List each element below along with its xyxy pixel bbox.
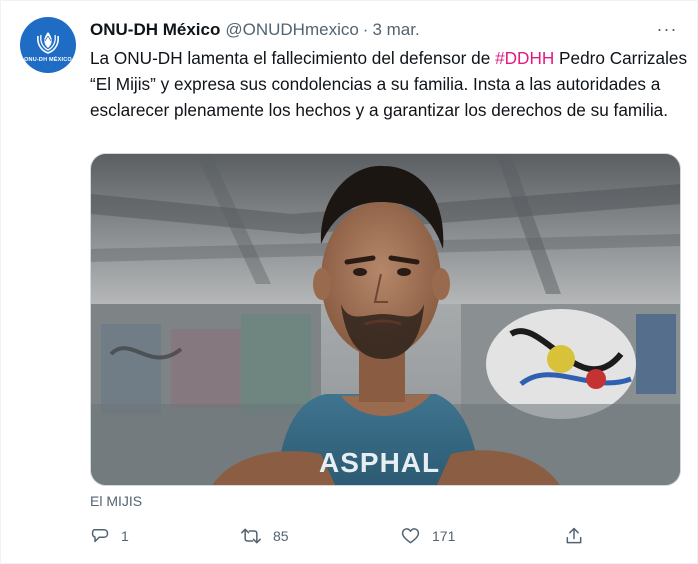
retweet-button[interactable]: 85: [240, 524, 289, 548]
user-handle[interactable]: @ONUDHmexico: [225, 20, 358, 40]
tweet-text-part1: La ONU-DH lamenta el fallecimiento del d…: [90, 48, 496, 68]
heart-icon: [401, 528, 420, 544]
un-emblem-icon: [37, 31, 59, 54]
reply-count: 1: [121, 528, 129, 544]
reply-button[interactable]: 1: [90, 524, 129, 548]
tweet-header: ONU-DH México @ONUDHmexico · 3 mar.: [90, 19, 420, 41]
separator-dot: ·: [362, 20, 369, 39]
speech-bubble-icon: [91, 529, 109, 543]
shirt-print: ASPHAL: [319, 447, 440, 478]
hashtag-link[interactable]: #DDHH: [495, 48, 554, 68]
share-button[interactable]: [564, 524, 584, 548]
timestamp[interactable]: 3 mar.: [372, 20, 419, 40]
retweet-icon: [241, 528, 261, 544]
like-button[interactable]: 171: [400, 524, 455, 548]
media-caption[interactable]: El MIJIS: [90, 493, 142, 509]
avatar[interactable]: ONU-DH MÉXICO: [20, 17, 76, 73]
more-options-button[interactable]: ···: [655, 19, 679, 39]
share-icon: [566, 527, 582, 544]
tweet-photo[interactable]: ASPHAL: [90, 153, 681, 486]
like-count: 171: [432, 528, 456, 544]
avatar-label: ONU-DH MÉXICO: [24, 56, 72, 63]
photo-illustration: ASPHAL: [91, 154, 680, 485]
display-name[interactable]: ONU-DH México: [90, 20, 220, 40]
tweet-actions: 1 85 171: [90, 524, 590, 548]
tweet-text: La ONU-DH lamenta el fallecimiento del d…: [90, 45, 690, 123]
tweet-card[interactable]: ONU-DH MÉXICO ONU-DH México @ONUDHmexico…: [0, 0, 698, 564]
retweet-count: 85: [273, 528, 289, 544]
